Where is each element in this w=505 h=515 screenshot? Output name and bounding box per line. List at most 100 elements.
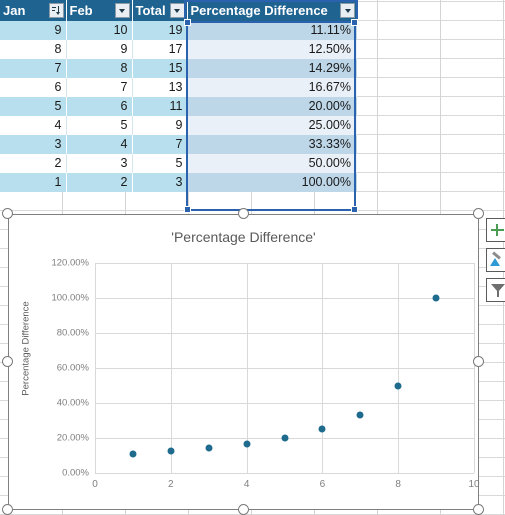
column-header-total[interactable]: Total: [132, 0, 188, 21]
chart-handle-top-left[interactable]: [2, 208, 13, 219]
table-row: 4 5 9 25.00%: [0, 116, 357, 135]
table-body: 9 10 19 11.11% 8 9 17 12.50% 7 8 15 14.29% 6 7 13 16.67…: [0, 21, 357, 192]
scatter-point[interactable]: [205, 444, 213, 452]
cell-feb[interactable]: 4: [66, 135, 133, 154]
chart-title[interactable]: 'Percentage Difference': [9, 229, 478, 245]
chart-filters-button[interactable]: [486, 278, 505, 302]
column-header-jan-label: Jan: [3, 3, 26, 18]
chart-handle-top-middle[interactable]: [238, 208, 249, 219]
gridline-vertical: [322, 263, 324, 473]
filter-dropdown-icon-percentage-difference[interactable]: [340, 3, 355, 18]
scatter-chart-object[interactable]: 'Percentage Difference' Percentage Diffe…: [8, 214, 480, 510]
cell-total[interactable]: 15: [132, 59, 188, 78]
gridline-vertical: [398, 263, 400, 473]
table-row: 3 4 7 33.33%: [0, 135, 357, 154]
column-header-jan[interactable]: Jan: [0, 0, 67, 21]
cell-jan[interactable]: 2: [0, 154, 67, 173]
chart-handle-bottom-middle[interactable]: [238, 504, 249, 515]
table-row: 2 3 5 50.00%: [0, 154, 357, 173]
table-row: 9 10 19 11.11%: [0, 21, 357, 40]
table-row: 8 9 17 12.50%: [0, 40, 357, 59]
cell-pct[interactable]: 50.00%: [187, 154, 357, 173]
chart-handle-middle-right[interactable]: [473, 356, 484, 367]
cell-pct[interactable]: 11.11%: [187, 21, 357, 40]
cell-pct[interactable]: 14.29%: [187, 59, 357, 78]
cell-total[interactable]: 17: [132, 40, 188, 59]
cell-feb[interactable]: 2: [66, 173, 133, 192]
cell-feb[interactable]: 8: [66, 59, 133, 78]
scatter-point[interactable]: [281, 434, 288, 442]
cell-jan[interactable]: 7: [0, 59, 67, 78]
x-axis-tick-label: 2: [168, 479, 174, 490]
cell-total[interactable]: 11: [132, 97, 188, 116]
cell-feb[interactable]: 7: [66, 78, 133, 97]
cell-feb[interactable]: 3: [66, 154, 133, 173]
scatter-point[interactable]: [356, 411, 364, 419]
cell-jan[interactable]: 1: [0, 173, 67, 192]
column-header-percentage-difference[interactable]: Percentage Difference: [187, 0, 357, 21]
column-header-feb[interactable]: Feb: [66, 0, 133, 21]
chart-elements-button[interactable]: [486, 218, 505, 242]
x-axis-tick-label: 10: [468, 479, 480, 490]
cell-pct[interactable]: 20.00%: [187, 97, 357, 116]
y-axis-tick-label: 20.00%: [56, 432, 89, 444]
gridline-vertical: [95, 263, 96, 473]
cell-jan[interactable]: 3: [0, 135, 67, 154]
cell-pct[interactable]: 12.50%: [187, 40, 357, 59]
y-axis-tick-label: 100.00%: [51, 292, 89, 304]
scatter-point[interactable]: [318, 425, 326, 433]
gridline-vertical: [170, 263, 172, 473]
sort-descending-filter-icon[interactable]: [48, 3, 64, 18]
column-header-feb-label: Feb: [69, 3, 93, 18]
scatter-point[interactable]: [394, 382, 402, 389]
scatter-point[interactable]: [129, 450, 137, 458]
chart-side-buttons: [486, 218, 505, 308]
cell-total[interactable]: 9: [132, 116, 188, 135]
cell-pct[interactable]: 16.67%: [187, 78, 357, 97]
table-row: 7 8 15 14.29%: [0, 59, 357, 78]
scatter-point[interactable]: [243, 440, 251, 448]
chart-handle-top-right[interactable]: [473, 208, 484, 219]
cell-pct[interactable]: 100.00%: [187, 173, 357, 192]
cell-feb[interactable]: 6: [66, 97, 133, 116]
cell-feb[interactable]: 9: [66, 40, 133, 59]
cell-total[interactable]: 13: [132, 78, 188, 97]
scatter-point[interactable]: [167, 447, 175, 455]
excel-worksheet: Jan Feb Total Percentage Difference 9 10…: [0, 0, 505, 515]
gridline-horizontal: [95, 263, 474, 264]
chart-handle-bottom-right[interactable]: [473, 504, 484, 515]
x-axis-tick-label: 0: [92, 479, 98, 490]
gridline-vertical: [474, 263, 475, 473]
gridline-horizontal: [95, 368, 474, 369]
scatter-point[interactable]: [432, 294, 440, 302]
cell-total[interactable]: 7: [132, 135, 188, 154]
cell-total[interactable]: 3: [132, 173, 188, 192]
x-axis-tick-label: 8: [395, 479, 401, 490]
gridline-horizontal: [95, 403, 474, 404]
cell-total[interactable]: 5: [132, 154, 188, 173]
cell-jan[interactable]: 5: [0, 97, 67, 116]
cell-pct[interactable]: 25.00%: [187, 116, 357, 135]
cell-pct[interactable]: 33.33%: [187, 135, 357, 154]
y-axis-title[interactable]: Percentage Difference: [21, 279, 32, 419]
chart-handle-bottom-left[interactable]: [2, 504, 13, 515]
gridline-horizontal: [95, 333, 474, 334]
cell-total[interactable]: 19: [132, 21, 188, 40]
cell-jan[interactable]: 6: [0, 78, 67, 97]
filter-dropdown-icon-feb[interactable]: [114, 3, 130, 18]
chart-handle-middle-left[interactable]: [2, 356, 13, 367]
table-row: 6 7 13 16.67%: [0, 78, 357, 97]
cell-jan[interactable]: 9: [0, 21, 67, 40]
table-header-row: Jan Feb Total Percentage Difference: [0, 0, 357, 21]
cell-feb[interactable]: 5: [66, 116, 133, 135]
cell-feb[interactable]: 10: [66, 21, 133, 40]
filter-dropdown-icon-total[interactable]: [169, 3, 185, 18]
cell-jan[interactable]: 4: [0, 116, 67, 135]
gridline-horizontal: [95, 473, 474, 474]
data-table: Jan Feb Total Percentage Difference 9 10…: [0, 0, 357, 192]
plot-inner: 0.00% 20.00% 40.00% 60.00% 80.00% 100.00% 120.…: [51, 258, 479, 491]
column-header-total-label: Total: [135, 3, 166, 18]
chart-styles-button[interactable]: [486, 248, 505, 272]
chart-plot-area[interactable]: 0.00% 20.00% 40.00% 60.00% 80.00% 100.00% 120.…: [51, 258, 479, 491]
cell-jan[interactable]: 8: [0, 40, 67, 59]
